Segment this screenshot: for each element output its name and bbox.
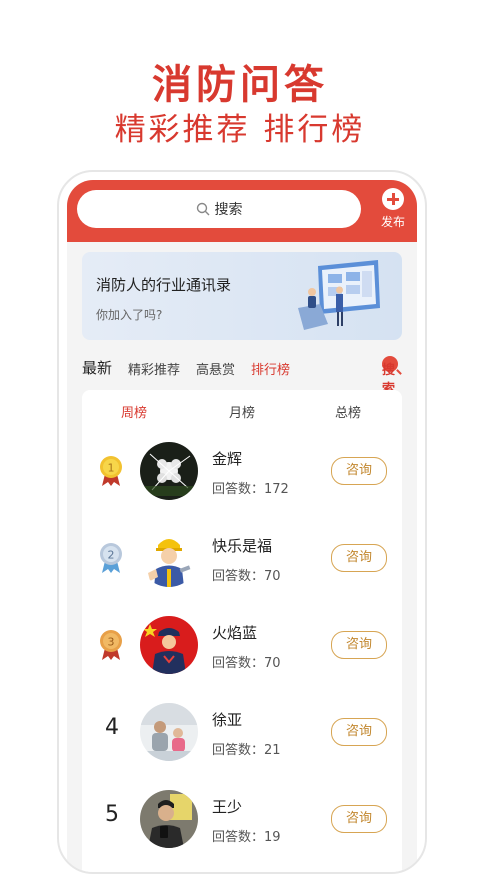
publish-button[interactable]: 发布 <box>373 188 413 230</box>
answer-count: 回答数：172 <box>212 482 289 497</box>
user-name: 徐亚 <box>212 711 243 729</box>
top-bar: 搜索 发布 <box>67 180 417 242</box>
avatar[interactable] <box>140 790 198 848</box>
leaderboard-row: 4 徐亚 回答数：21 咨询 <box>82 701 402 763</box>
answer-count: 回答数：19 <box>212 830 281 845</box>
banner-title: 消防人的行业通讯录 <box>96 276 232 294</box>
leaderboard-card: 周榜 月榜 总榜 1 金辉 回答数：172 咨询 2 快乐是福 回答数：70 咨… <box>82 390 402 872</box>
tab-weekly[interactable]: 周榜 <box>94 402 174 421</box>
gold-medal-icon: 1 <box>100 456 122 486</box>
user-name: 金辉 <box>212 450 243 468</box>
answer-count: 回答数：21 <box>212 743 281 758</box>
bronze-medal-icon: 3 <box>100 630 122 660</box>
app-screen: 搜索 发布 消防人的行业通讯录 你加入了吗? 最新 精彩推荐 高悬赏 排行榜 搜… <box>67 180 417 872</box>
banner-subtitle: 你加入了吗? <box>96 308 163 322</box>
promo-title: 消防问答 <box>152 62 328 108</box>
rank-number: 5 <box>105 802 119 827</box>
leaderboard-row: 5 王少 回答数：19 咨询 <box>82 788 402 850</box>
silver-medal-icon: 2 <box>100 543 122 573</box>
tab-monthly[interactable]: 月榜 <box>202 402 282 421</box>
search-label: 搜索 <box>214 202 243 218</box>
avatar[interactable] <box>140 703 198 761</box>
rank-number: 2 <box>108 549 115 562</box>
publish-label: 发布 <box>380 215 405 229</box>
promo-subtitle: 精彩推荐 排行榜 <box>114 112 366 148</box>
answer-count: 回答数：70 <box>212 569 281 584</box>
consult-button[interactable]: 咨询 <box>331 544 387 572</box>
directory-banner[interactable]: 消防人的行业通讯录 你加入了吗? <box>82 252 402 340</box>
leaderboard-row: 1 金辉 回答数：172 咨询 <box>82 440 402 502</box>
search-icon <box>196 202 209 216</box>
nav-search-button[interactable]: 搜索 <box>382 356 402 397</box>
rank-number: 3 <box>108 636 115 649</box>
plus-icon <box>382 188 404 210</box>
leaderboard-row: 3 火焰蓝 回答数：70 咨询 <box>82 614 402 676</box>
consult-button[interactable]: 咨询 <box>331 457 387 485</box>
tab-overall[interactable]: 总榜 <box>308 402 388 421</box>
consult-button[interactable]: 咨询 <box>331 631 387 659</box>
avatar[interactable] <box>140 442 198 500</box>
leaderboard-row: 2 快乐是福 回答数：70 咨询 <box>82 527 402 589</box>
consult-button[interactable]: 咨询 <box>331 805 387 833</box>
consult-button[interactable]: 咨询 <box>331 718 387 746</box>
answer-count: 回答数：70 <box>212 656 281 671</box>
phone-frame: 搜索 发布 消防人的行业通讯录 你加入了吗? 最新 精彩推荐 高悬赏 排行榜 搜… <box>57 170 427 874</box>
dashboard-illustration-icon <box>298 260 380 330</box>
user-name: 快乐是福 <box>212 537 273 555</box>
tab-high-reward[interactable]: 高悬赏 <box>196 359 235 378</box>
rank-number: 1 <box>108 462 115 475</box>
avatar[interactable] <box>140 529 198 587</box>
tab-featured[interactable]: 精彩推荐 <box>128 359 180 378</box>
rank-number: 4 <box>105 715 119 740</box>
ranking-tabs: 周榜 月榜 总榜 <box>82 402 402 422</box>
category-nav: 最新 精彩推荐 高悬赏 排行榜 搜索 <box>82 356 402 397</box>
tab-latest[interactable]: 最新 <box>82 357 112 378</box>
user-name: 火焰蓝 <box>212 624 258 642</box>
tab-leaderboard[interactable]: 排行榜 <box>251 359 290 378</box>
user-name: 王少 <box>212 798 243 816</box>
search-bar[interactable]: 搜索 <box>77 190 361 228</box>
avatar[interactable] <box>140 616 198 674</box>
